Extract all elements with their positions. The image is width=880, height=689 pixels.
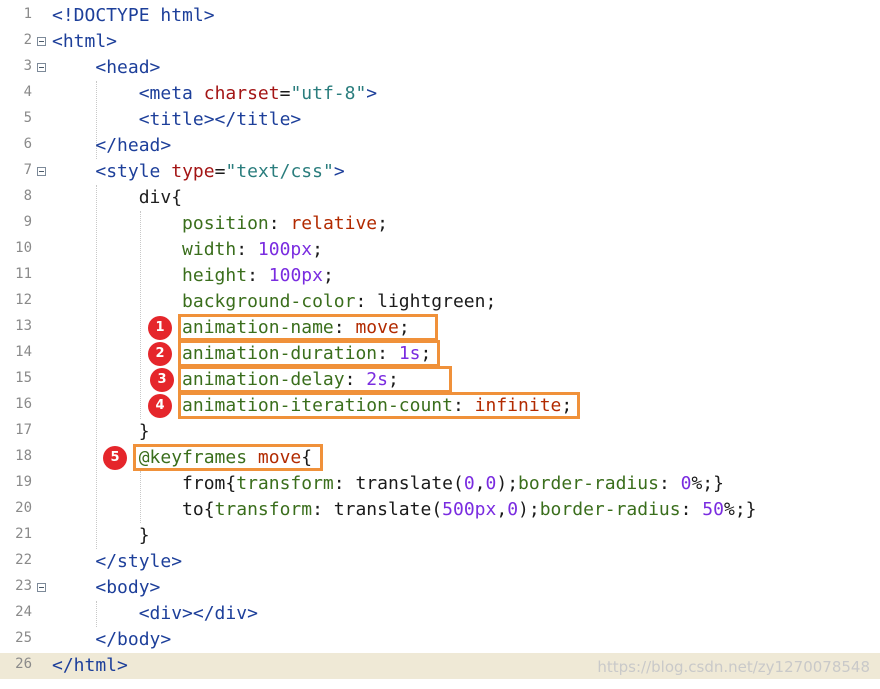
- code-text: width: 100px;: [182, 239, 323, 260]
- fold-toggle-icon[interactable]: [37, 63, 46, 72]
- code-line[interactable]: 24 <div></div>: [0, 601, 880, 627]
- line-number: 12: [15, 292, 32, 308]
- fold-toggle-icon[interactable]: [37, 37, 46, 46]
- code-text: <!DOCTYPE html>: [52, 5, 215, 26]
- line-number: 15: [15, 370, 32, 386]
- code-line[interactable]: 7 <style type="text/css">: [0, 159, 880, 185]
- line-number: 6: [23, 136, 32, 152]
- line-number: 14: [15, 344, 32, 360]
- code-editor[interactable]: 1 <!DOCTYPE html> 2 <html> 3 <head> 4 <meta c…: [0, 0, 880, 689]
- code-line[interactable]: 5 <title></title>: [0, 107, 880, 133]
- code-line[interactable]: 21 }: [0, 523, 880, 549]
- code-line[interactable]: 10 width: 100px;: [0, 237, 880, 263]
- code-text: <body>: [95, 577, 161, 598]
- annotation-number-badge: 2: [148, 342, 172, 366]
- annotation-box: [178, 392, 580, 419]
- code-text: height: 100px;: [182, 265, 334, 286]
- line-number: 18: [15, 448, 32, 464]
- line-number: 16: [15, 396, 32, 412]
- code-line[interactable]: 19 from{transform: translate(0,0);border…: [0, 471, 880, 497]
- code-line[interactable]: 1 <!DOCTYPE html>: [0, 3, 880, 29]
- code-text: <style type="text/css">: [95, 161, 345, 182]
- line-number: 17: [15, 422, 32, 438]
- code-line[interactable]: 17 }: [0, 419, 880, 445]
- code-text: background-color: lightgreen;: [182, 291, 497, 312]
- code-line[interactable]: 18 @keyframes move{: [0, 445, 880, 471]
- code-text: to{transform: translate(500px,0);border-…: [52, 499, 757, 520]
- code-line[interactable]: 14 animation-duration: 1s;: [0, 341, 880, 367]
- code-text: </html>: [52, 655, 128, 676]
- line-number: 24: [15, 604, 32, 620]
- code-text: <meta charset="utf-8">: [138, 83, 378, 104]
- code-line[interactable]: 2 <html>: [0, 29, 880, 55]
- line-number: 10: [15, 240, 32, 256]
- code-text: <html>: [52, 31, 118, 52]
- watermark: https://blog.csdn.net/zy1270078548: [597, 658, 870, 676]
- line-number: 19: [15, 474, 32, 490]
- annotation-box: [178, 340, 440, 367]
- line-number: 8: [23, 188, 32, 204]
- code-text: <head>: [95, 57, 161, 78]
- line-number: 13: [15, 318, 32, 334]
- annotation-box: [133, 444, 323, 471]
- code-text: div{: [138, 187, 183, 208]
- line-number: 20: [15, 500, 32, 516]
- code-line[interactable]: 4 <meta charset="utf-8">: [0, 81, 880, 107]
- line-number: 11: [15, 266, 32, 282]
- annotation-number-badge: 3: [150, 368, 174, 392]
- annotation-number-badge: 4: [148, 394, 172, 418]
- code-line[interactable]: 23 <body>: [0, 575, 880, 601]
- annotation-number-badge: 5: [103, 446, 127, 470]
- code-text: position: relative;: [182, 213, 388, 234]
- code-text: from{transform: translate(0,0);border-ra…: [52, 473, 724, 494]
- code-text: </style>: [95, 551, 183, 572]
- line-number: 3: [23, 58, 32, 74]
- line-number: 2: [23, 32, 32, 48]
- line-number: 21: [15, 526, 32, 542]
- code-line[interactable]: 25 </body>: [0, 627, 880, 653]
- line-number: 9: [23, 214, 32, 230]
- code-text: }: [52, 525, 150, 546]
- line-number: 22: [15, 552, 32, 568]
- code-text: }: [52, 421, 150, 442]
- fold-toggle-icon[interactable]: [37, 583, 46, 592]
- code-line[interactable]: 3 <head>: [0, 55, 880, 81]
- code-line[interactable]: 6 </head>: [0, 133, 880, 159]
- code-line[interactable]: 12 background-color: lightgreen;: [0, 289, 880, 315]
- line-number: 5: [23, 110, 32, 126]
- annotation-box: [178, 314, 438, 341]
- code-line[interactable]: 20 to{transform: translate(500px,0);bord…: [0, 497, 880, 523]
- line-number: 25: [15, 630, 32, 646]
- code-text: </body>: [95, 629, 172, 650]
- code-line[interactable]: 8 div{: [0, 185, 880, 211]
- line-number: 1: [23, 6, 32, 22]
- annotation-number-badge: 1: [148, 316, 172, 340]
- code-line[interactable]: 22 </style>: [0, 549, 880, 575]
- code-line[interactable]: 13 animation-name: move;: [0, 315, 880, 341]
- code-text: <div></div>: [138, 603, 258, 624]
- code-text: <title></title>: [138, 109, 302, 130]
- code-line[interactable]: 9 position: relative;: [0, 211, 880, 237]
- line-number: 7: [23, 162, 32, 178]
- line-number: 4: [23, 84, 32, 100]
- code-text: </head>: [95, 135, 172, 156]
- fold-toggle-icon[interactable]: [37, 167, 46, 176]
- line-number: 23: [15, 578, 32, 594]
- line-number: 26: [15, 656, 32, 672]
- code-line[interactable]: 11 height: 100px;: [0, 263, 880, 289]
- annotation-box: [178, 366, 452, 393]
